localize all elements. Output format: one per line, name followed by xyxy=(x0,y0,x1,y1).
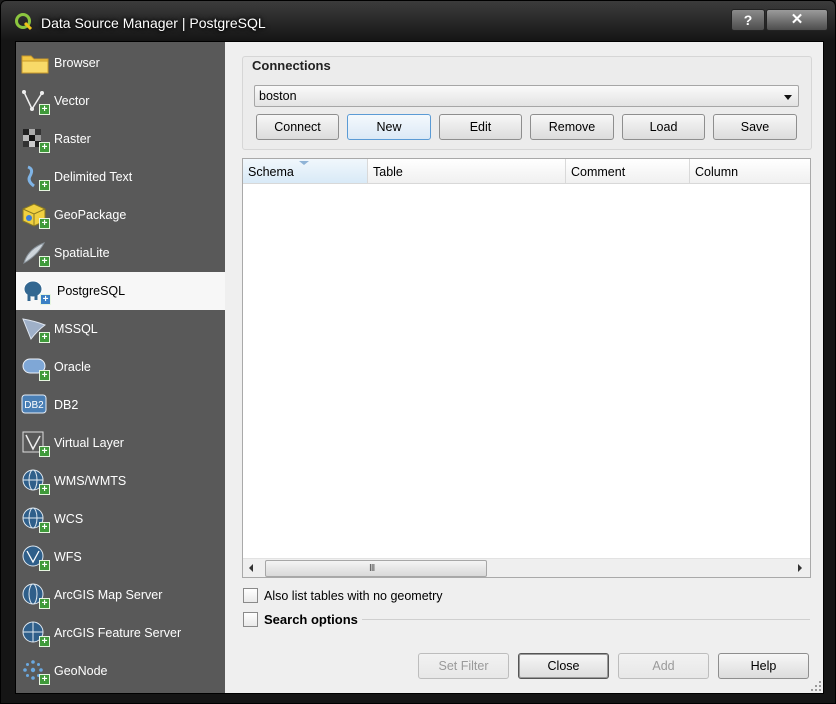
sidebar-item-oracle[interactable]: + Oracle xyxy=(16,348,225,386)
sidebar-item-mssql[interactable]: + MSSQL xyxy=(16,310,225,348)
close-button[interactable]: Close xyxy=(518,653,609,679)
sidebar-item-label: Oracle xyxy=(54,360,91,374)
qgis-logo-icon xyxy=(15,13,33,31)
sidebar-item-label: ArcGIS Map Server xyxy=(54,588,163,602)
plus-badge-icon: + xyxy=(39,636,50,647)
db2-icon: DB2 xyxy=(21,394,47,414)
sidebar-item-label: SpatiaLite xyxy=(54,246,110,260)
plus-badge-icon: + xyxy=(39,446,50,457)
plus-badge-icon: + xyxy=(39,522,50,533)
remove-connection-button[interactable]: Remove xyxy=(530,114,614,140)
svg-text:DB2: DB2 xyxy=(24,400,44,411)
connection-select[interactable]: boston xyxy=(254,85,799,107)
horizontal-scrollbar[interactable]: III xyxy=(243,558,810,577)
sidebar-item-geonode[interactable]: + GeoNode xyxy=(16,652,225,690)
list-no-geometry-checkbox[interactable] xyxy=(243,588,258,603)
plus-badge-icon: + xyxy=(40,294,51,305)
data-source-manager-window: Data Source Manager | PostgreSQL ? ✕ Bro… xyxy=(0,0,836,704)
sidebar-item-wms-wmts[interactable]: + WMS/WMTS xyxy=(16,462,225,500)
sidebar-item-arcgis-map-server[interactable]: + ArcGIS Map Server xyxy=(16,576,225,614)
window-title: Data Source Manager | PostgreSQL xyxy=(41,15,266,31)
list-no-geometry-label: Also list tables with no geometry xyxy=(264,589,443,603)
plus-badge-icon: + xyxy=(39,256,50,267)
scroll-right-arrow-icon[interactable] xyxy=(798,564,802,572)
sidebar-item-label: Delimited Text xyxy=(54,170,133,184)
sidebar-item-label: GeoNode xyxy=(54,664,108,678)
sidebar-item-arcgis-feature-server[interactable]: + ArcGIS Feature Server xyxy=(16,614,225,652)
sidebar-item-label: Browser xyxy=(54,56,100,70)
add-button[interactable]: Add xyxy=(618,653,709,679)
chevron-down-icon xyxy=(784,95,792,100)
title-help-button[interactable]: ? xyxy=(731,9,765,31)
plus-badge-icon: + xyxy=(39,484,50,495)
plus-badge-icon: + xyxy=(39,370,50,381)
dialog-client-area: Browser + Vector + Raster + Delimited Te… xyxy=(15,41,824,694)
folder-icon xyxy=(21,55,49,74)
plus-badge-icon: + xyxy=(39,180,50,191)
title-bar[interactable]: Data Source Manager | PostgreSQL ? ✕ xyxy=(1,1,835,41)
sidebar-item-delimited-text[interactable]: + Delimited Text xyxy=(16,158,225,196)
plus-badge-icon: + xyxy=(39,142,50,153)
plus-badge-icon: + xyxy=(39,674,50,685)
window-close-button[interactable]: ✕ xyxy=(766,9,828,31)
sort-indicator-icon xyxy=(299,161,309,165)
plus-badge-icon: + xyxy=(39,598,50,609)
save-connections-button[interactable]: Save xyxy=(713,114,797,140)
table-header: Schema Table Comment Column xyxy=(243,159,810,184)
sidebar-item-vector[interactable]: + Vector xyxy=(16,82,225,120)
scroll-left-arrow-icon[interactable] xyxy=(249,564,253,572)
sidebar-item-label: ArcGIS Feature Server xyxy=(54,626,182,640)
edit-connection-button[interactable]: Edit xyxy=(439,114,522,140)
connect-button[interactable]: Connect xyxy=(256,114,339,140)
sidebar-item-browser[interactable]: Browser xyxy=(16,44,225,82)
sidebar-item-virtual-layer[interactable]: + Virtual Layer xyxy=(16,424,225,462)
sidebar-item-label: Vector xyxy=(54,94,90,108)
sidebar-item-label: WMS/WMTS xyxy=(54,474,127,488)
source-type-sidebar: Browser + Vector + Raster + Delimited Te… xyxy=(16,42,225,693)
connections-group-title: Connections xyxy=(252,58,331,73)
sidebar-item-postgresql[interactable]: + PostgreSQL xyxy=(16,272,225,310)
new-connection-button[interactable]: New xyxy=(347,114,431,140)
column-header-label: Schema xyxy=(248,165,294,179)
sidebar-item-label: WCS xyxy=(54,512,84,526)
sidebar-item-db2[interactable]: DB2 DB2 xyxy=(16,386,225,424)
load-connections-button[interactable]: Load xyxy=(622,114,705,140)
scrollbar-thumb[interactable]: III xyxy=(265,560,487,577)
plus-badge-icon: + xyxy=(39,332,50,343)
resize-grip-icon[interactable] xyxy=(810,680,822,692)
plus-badge-icon: + xyxy=(39,104,50,115)
plus-badge-icon: + xyxy=(39,560,50,571)
tables-list[interactable]: Schema Table Comment Column III xyxy=(242,158,811,578)
help-button[interactable]: Help xyxy=(718,653,809,679)
sidebar-item-label: DB2 xyxy=(54,398,79,412)
column-header-schema[interactable]: Schema xyxy=(243,159,368,183)
sidebar-item-wfs[interactable]: + WFS xyxy=(16,538,225,576)
connection-select-value: boston xyxy=(259,89,297,103)
sidebar-item-label: PostgreSQL xyxy=(57,284,126,298)
sidebar-item-label: WFS xyxy=(54,550,82,564)
column-header-table[interactable]: Table xyxy=(368,159,566,183)
plus-badge-icon: + xyxy=(39,218,50,229)
sidebar-item-geopackage[interactable]: + GeoPackage xyxy=(16,196,225,234)
column-header-column[interactable]: Column xyxy=(690,159,810,183)
column-header-comment[interactable]: Comment xyxy=(566,159,690,183)
search-options-divider xyxy=(362,619,810,620)
search-options-checkbox[interactable] xyxy=(243,612,258,627)
set-filter-button[interactable]: Set Filter xyxy=(418,653,509,679)
sidebar-item-spatialite[interactable]: + SpatiaLite xyxy=(16,234,225,272)
search-options-label: Search options xyxy=(264,612,358,627)
scrollbar-grip: III xyxy=(369,563,375,574)
sidebar-item-label: MSSQL xyxy=(54,322,98,336)
sidebar-item-label: Raster xyxy=(54,132,91,146)
sidebar-item-label: GeoPackage xyxy=(54,208,127,222)
sidebar-item-label: Virtual Layer xyxy=(54,436,124,450)
sidebar-item-wcs[interactable]: + WCS xyxy=(16,500,225,538)
sidebar-item-raster[interactable]: + Raster xyxy=(16,120,225,158)
